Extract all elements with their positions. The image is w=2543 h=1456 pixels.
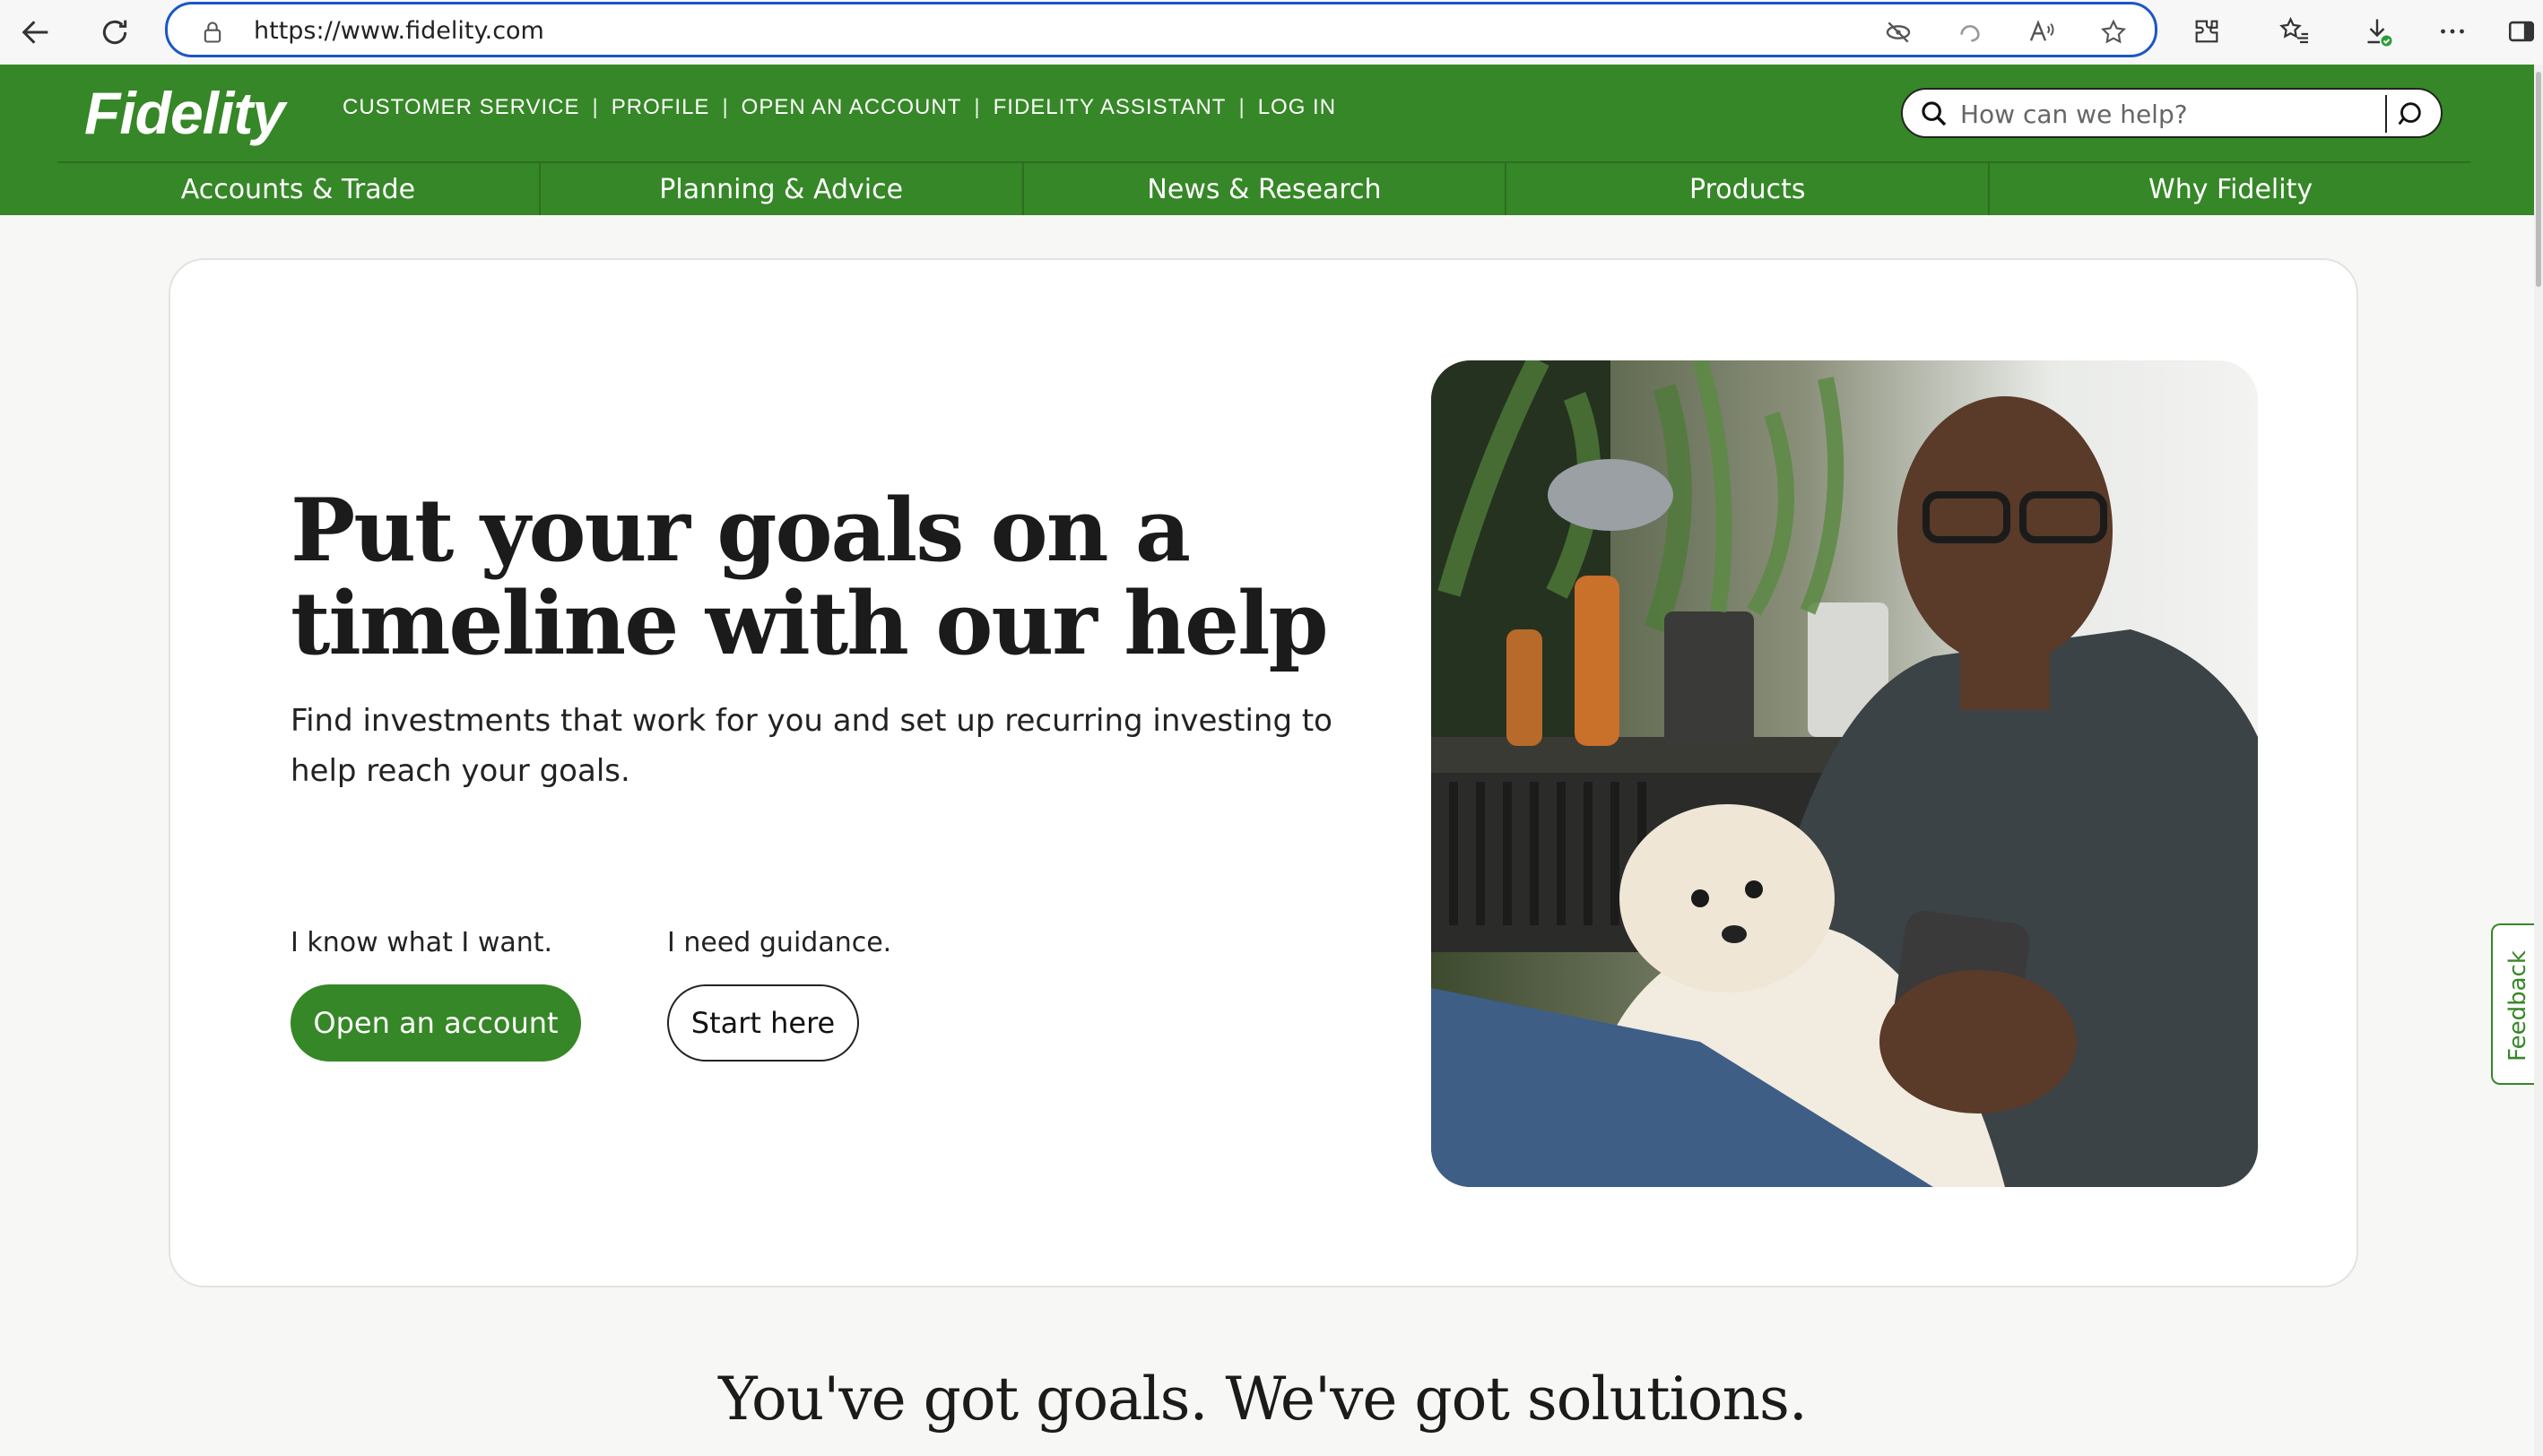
- util-separator: |: [592, 95, 599, 119]
- address-bar[interactable]: https://www.fidelity.com: [165, 2, 2157, 57]
- util-link-open-account[interactable]: OPEN AN ACCOUNT: [742, 95, 962, 120]
- search-icon[interactable]: [1919, 99, 1949, 134]
- choice-label-know: I know what I want.: [291, 927, 553, 958]
- nav-products[interactable]: Products: [1506, 163, 1991, 215]
- util-link-profile[interactable]: PROFILE: [612, 95, 710, 120]
- util-link-fidelity-assistant[interactable]: FIDELITY ASSISTANT: [994, 95, 1227, 120]
- refresh-icon[interactable]: [90, 7, 140, 57]
- hero-subtitle: Find investments that work for you and s…: [291, 703, 1332, 789]
- util-link-customer-service[interactable]: CUSTOMER SERVICE: [343, 95, 580, 120]
- nav-planning-advice[interactable]: Planning & Advice: [541, 163, 1024, 215]
- choice-label-guidance: I need guidance.: [667, 927, 892, 958]
- feedback-label: Feedback: [2504, 950, 2531, 1062]
- start-here-button[interactable]: Start here: [667, 984, 859, 1062]
- url-text[interactable]: https://www.fidelity.com: [254, 17, 544, 45]
- site-search: [1901, 88, 2443, 138]
- browser-toolbar: https://www.fidelity.com: [0, 0, 2543, 65]
- main-navigation: Accounts & Trade Planning & Advice News …: [57, 161, 2471, 215]
- scrollbar-thumb[interactable]: [2536, 72, 2541, 287]
- hero-title: Put your goals on a timeline with our he…: [291, 480, 1329, 674]
- nav-accounts-trade[interactable]: Accounts & Trade: [57, 163, 541, 215]
- hero-card: Put your goals on a timeline with our he…: [169, 258, 2358, 1287]
- site-header: Fidelity CUSTOMER SERVICE | PROFILE | OP…: [0, 65, 2534, 215]
- more-menu-icon[interactable]: [2432, 11, 2473, 52]
- nav-news-research[interactable]: News & Research: [1024, 163, 1507, 215]
- back-arrow-icon[interactable]: [11, 7, 61, 57]
- read-aloud-icon[interactable]: [2024, 14, 2060, 50]
- utility-links: CUSTOMER SERVICE | PROFILE | OPEN AN ACC…: [343, 95, 1336, 120]
- search-divider: [2385, 95, 2387, 133]
- extensions-icon[interactable]: [2186, 11, 2227, 52]
- downloads-icon[interactable]: [2356, 11, 2398, 52]
- hero-photo-man-with-dog: [1431, 360, 2258, 1187]
- util-link-log-in[interactable]: LOG IN: [1258, 95, 1336, 120]
- section-heading: You've got goals. We've got solutions.: [718, 1365, 1808, 1434]
- sidebar-icon[interactable]: [2504, 11, 2539, 52]
- util-separator: |: [974, 95, 981, 119]
- tracking-prevention-icon[interactable]: [1880, 14, 1916, 50]
- favorite-star-icon[interactable]: [2096, 14, 2131, 50]
- favorites-list-icon[interactable]: [2274, 11, 2315, 52]
- open-account-button[interactable]: Open an account: [291, 984, 581, 1062]
- util-separator: |: [722, 95, 729, 119]
- fidelity-logo[interactable]: Fidelity: [84, 79, 285, 147]
- lock-icon[interactable]: [195, 14, 230, 50]
- search-input[interactable]: [1960, 98, 2373, 130]
- nav-why-fidelity[interactable]: Why Fidelity: [1990, 163, 2471, 215]
- chat-bubble-icon[interactable]: [2394, 99, 2425, 134]
- edge-copilot-icon[interactable]: [1952, 14, 1988, 50]
- util-separator: |: [1238, 95, 1245, 119]
